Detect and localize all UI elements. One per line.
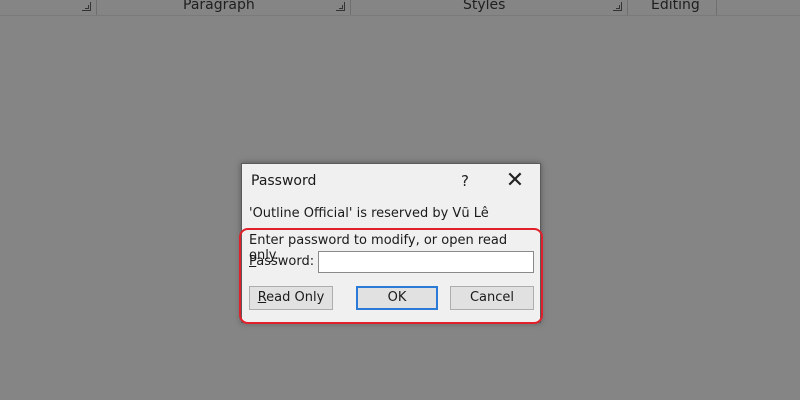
ribbon-separator [627,0,628,15]
reserved-by-text: 'Outline Official' is reserved by Vũ Lê [249,206,489,221]
dialog-title: Password [251,173,317,189]
ribbon-strip: Paragraph Styles Editing [0,0,800,16]
ribbon-separator [96,0,97,15]
close-button[interactable]: ✕ [503,169,527,193]
paragraph-dialog-launcher-icon[interactable] [336,2,345,11]
font-dialog-launcher-icon[interactable] [82,2,91,11]
ribbon-separator [350,0,351,15]
ok-button[interactable]: OK [356,286,438,310]
styles-dialog-launcher-icon[interactable] [613,2,622,11]
password-dialog: Password ? ✕ 'Outline Official' is reser… [241,163,541,323]
password-label: Password: [249,254,315,269]
ribbon-group-styles: Styles [463,0,506,13]
password-input[interactable] [318,251,534,273]
cancel-button[interactable]: Cancel [450,286,534,310]
help-button[interactable]: ? [458,170,472,192]
ribbon-group-paragraph: Paragraph [183,0,255,13]
ribbon-separator [716,0,717,15]
read-only-button[interactable]: Read Only [249,286,333,310]
ribbon-group-editing: Editing [651,0,700,13]
